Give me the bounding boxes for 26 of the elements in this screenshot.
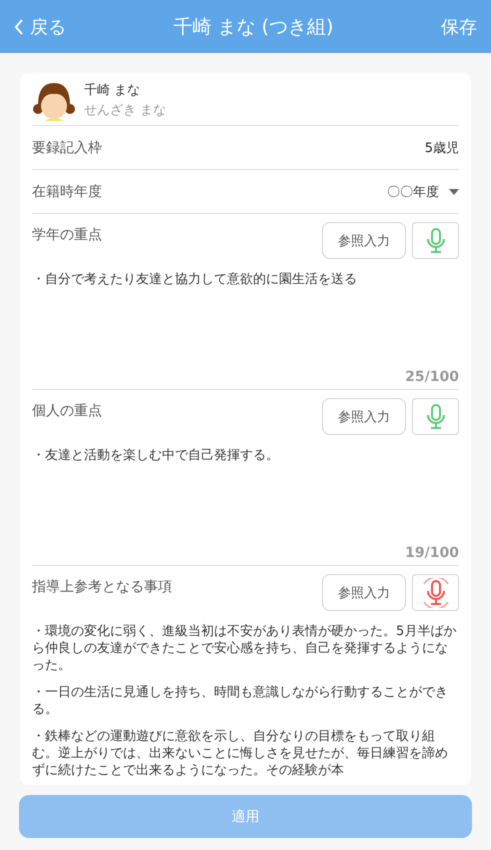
- note-field[interactable]: ・環境の変化に弱く、進級当初は不安があり表情が硬かった。5月半ばから仲良しの友達ができたことで安心感を持ち、自己を発揮するようになった。 ・一日の生活に見通しを持ち、時間も意識しながら行動することができる。 ・鉄棒などの運動遊びに意欲を示し、自分なりの目標をもって取り組む。逆上がりでは、出来ないことに悔しさを見せたが、毎日練習を諦めずに続けたことで出来るようになった。その経験が本: [32, 611, 459, 779]
- section-label: 個人の重点: [32, 402, 102, 420]
- microphone-icon: [424, 404, 446, 430]
- note-field[interactable]: ・友達と活動を楽しむ中で自己発揮する。: [32, 435, 459, 543]
- microphone-icon: [424, 228, 446, 254]
- dropdown-caret-icon: [449, 188, 459, 194]
- reference-input-button[interactable]: 参照入力: [322, 222, 406, 259]
- field-label: 在籍時年度: [32, 182, 102, 200]
- section-label: 指導上参考となる事項: [32, 578, 172, 596]
- page-title: 千崎 まな (つき組): [174, 14, 334, 40]
- child-name: 千崎 まな: [84, 82, 142, 99]
- back-chevron-icon: [14, 18, 24, 34]
- child-kana: せんざき まな: [84, 102, 166, 119]
- voice-input-button[interactable]: [412, 398, 459, 435]
- reference-input-button[interactable]: 参照入力: [322, 574, 406, 611]
- voice-input-button[interactable]: [412, 574, 459, 611]
- voice-input-button[interactable]: [412, 222, 459, 259]
- section-label: 学年の重点: [32, 226, 102, 244]
- character-counter: 25/100: [405, 369, 459, 385]
- field-value: 5歳児: [424, 140, 459, 156]
- year-dropdown[interactable]: 〇〇年度: [387, 182, 459, 200]
- note-field[interactable]: ・自分で考えたり友達と協力して意欲的に園生活を送る: [32, 259, 459, 367]
- microphone-icon: [420, 578, 450, 608]
- field-label: 要録記入枠: [32, 138, 102, 156]
- reference-input-button[interactable]: 参照入力: [322, 398, 406, 435]
- character-counter: 19/100: [405, 545, 459, 561]
